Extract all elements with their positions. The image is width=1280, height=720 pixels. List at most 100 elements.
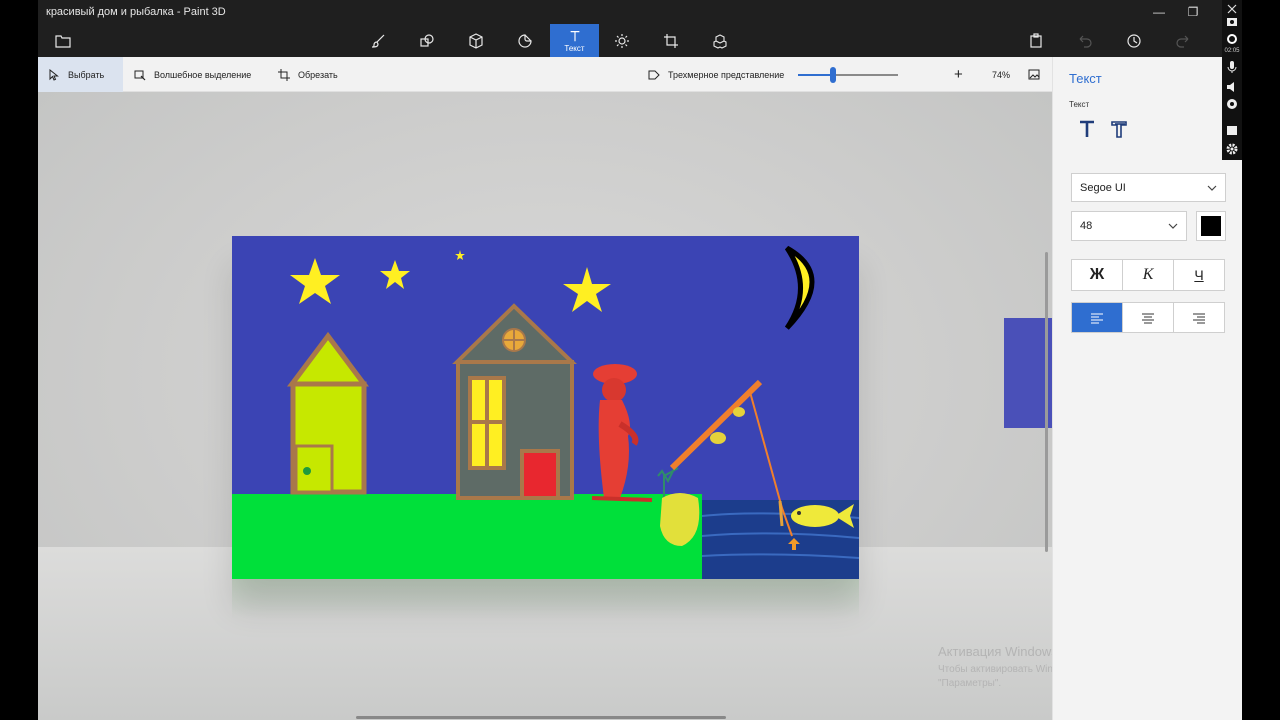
align-right-button[interactable] [1174,303,1224,332]
watermark-title: Активация Windows [938,644,1052,659]
reel [733,407,745,417]
star-icon [455,250,465,260]
tool-3d-shapes[interactable] [453,24,499,57]
drawing-canvas[interactable] [232,236,859,579]
tool-canvas[interactable] [648,24,694,57]
vertical-scrollbar[interactable] [1045,252,1048,552]
door-knob [303,467,311,475]
canvas-reflection [232,579,859,619]
font-family-value: Segoe UI [1080,181,1126,194]
zoom-slider[interactable] [798,74,898,76]
select-button[interactable]: Выбрать [38,57,123,92]
minimize-button[interactable]: — [1142,2,1176,22]
crop-label: Обрезать [298,69,338,80]
webcam-icon[interactable] [1225,98,1239,112]
history-button[interactable] [1111,24,1157,57]
window-title: красивый дом и рыбалка - Paint 3D [46,6,226,18]
tool-2d-shapes[interactable] [404,24,450,57]
text-color-picker[interactable] [1196,211,1226,241]
float [778,500,784,527]
italic-button[interactable]: К [1123,260,1174,290]
chevron-down-icon [1168,223,1178,229]
menu-button[interactable] [40,24,86,57]
magic-select-label: Волшебное выделение [154,69,252,80]
mic-icon[interactable] [1225,60,1239,74]
underline-button[interactable]: Ч [1174,260,1224,290]
paste-icon [1030,32,1042,48]
font-size-dropdown[interactable]: 48 [1071,211,1187,241]
folder-icon [55,34,71,48]
tool-stickers[interactable] [502,24,548,57]
fishing-rod [669,379,763,471]
align-left-button[interactable] [1072,303,1123,332]
align-center-button[interactable] [1123,303,1174,332]
paste-button[interactable] [1013,24,1059,57]
panel-subtitle: Текст [1069,100,1090,109]
sun-icon [615,33,629,48]
text-format-group: Ж К Ч [1071,259,1225,291]
crop-icon [664,33,678,48]
reel [710,432,726,444]
shapes-icon [420,33,434,47]
big-house-door [520,449,560,500]
window-icon[interactable] [1225,123,1239,137]
fisherman-body [598,400,630,498]
zoom-slider-thumb[interactable] [830,67,836,83]
bold-button[interactable]: Ж [1072,260,1123,290]
star-icon [380,260,410,289]
tool-3d-library[interactable] [697,24,743,57]
magic-select-icon [134,70,146,80]
record-icon[interactable] [1225,32,1239,46]
zoom-in-button[interactable]: + [944,57,973,92]
text-color-swatch [1201,216,1221,236]
fish-eye [797,511,801,515]
recording-time: 02:05 [1224,48,1240,54]
zoom-value: 74% [992,69,1011,80]
small-house-roof [287,331,369,387]
cube-icon [469,32,483,49]
undo-button[interactable] [1062,24,1108,57]
undo-icon [1079,35,1092,48]
settings-icon[interactable] [1225,142,1239,156]
align-left-icon [1091,312,1103,324]
screen-recorder-bar: 02:05 [1222,0,1242,160]
view-3d-button[interactable]: Трехмерное представление [638,57,794,92]
align-center-icon [1142,312,1154,324]
small-house-door [294,444,334,494]
redo-button[interactable] [1160,24,1206,57]
text-icon [570,30,579,41]
magic-select-button[interactable]: Волшебное выделение [124,57,261,92]
fish-body [791,505,839,527]
fisherman-feet [591,496,653,502]
star-icon [563,267,611,312]
tool-brushes[interactable] [356,24,402,57]
scene-drawing [232,245,859,579]
panel-title: Текст [1069,71,1102,86]
star-icon [290,258,340,304]
history-icon [1127,33,1141,48]
align-right-icon [1193,312,1205,324]
font-family-dropdown[interactable]: Segoe UI [1071,173,1226,202]
fisherman-head [602,378,626,402]
windows-activation-watermark: Активация Windows Чтобы активировать Win… [938,644,1052,691]
view-3d-icon [648,70,660,79]
3d-text-button[interactable] [1107,119,1131,139]
3d-text-icon [1111,121,1127,138]
horizontal-scrollbar[interactable] [356,716,726,719]
tool-effects[interactable] [599,24,645,57]
grass [232,494,702,579]
right-black-border [1242,0,1280,720]
image-icon [1028,69,1040,79]
tool-text[interactable]: Текст [550,24,599,57]
text-align-group [1071,302,1225,333]
restore-button[interactable]: ❐ [1176,2,1210,22]
secondary-toolbar: Выбрать Волшебное выделение Обрезать Тре… [38,57,1052,92]
text-properties-panel: Текст Текст Segoe UI 48 Ж К Ч [1052,57,1242,720]
speaker-icon[interactable] [1225,80,1239,94]
crop-button[interactable]: Обрезать [268,57,348,92]
left-black-border [0,0,38,720]
view-3d-label: Трехмерное представление [668,69,785,80]
camera-icon[interactable] [1225,14,1239,28]
2d-text-button[interactable] [1075,119,1099,139]
library-icon [713,33,727,49]
